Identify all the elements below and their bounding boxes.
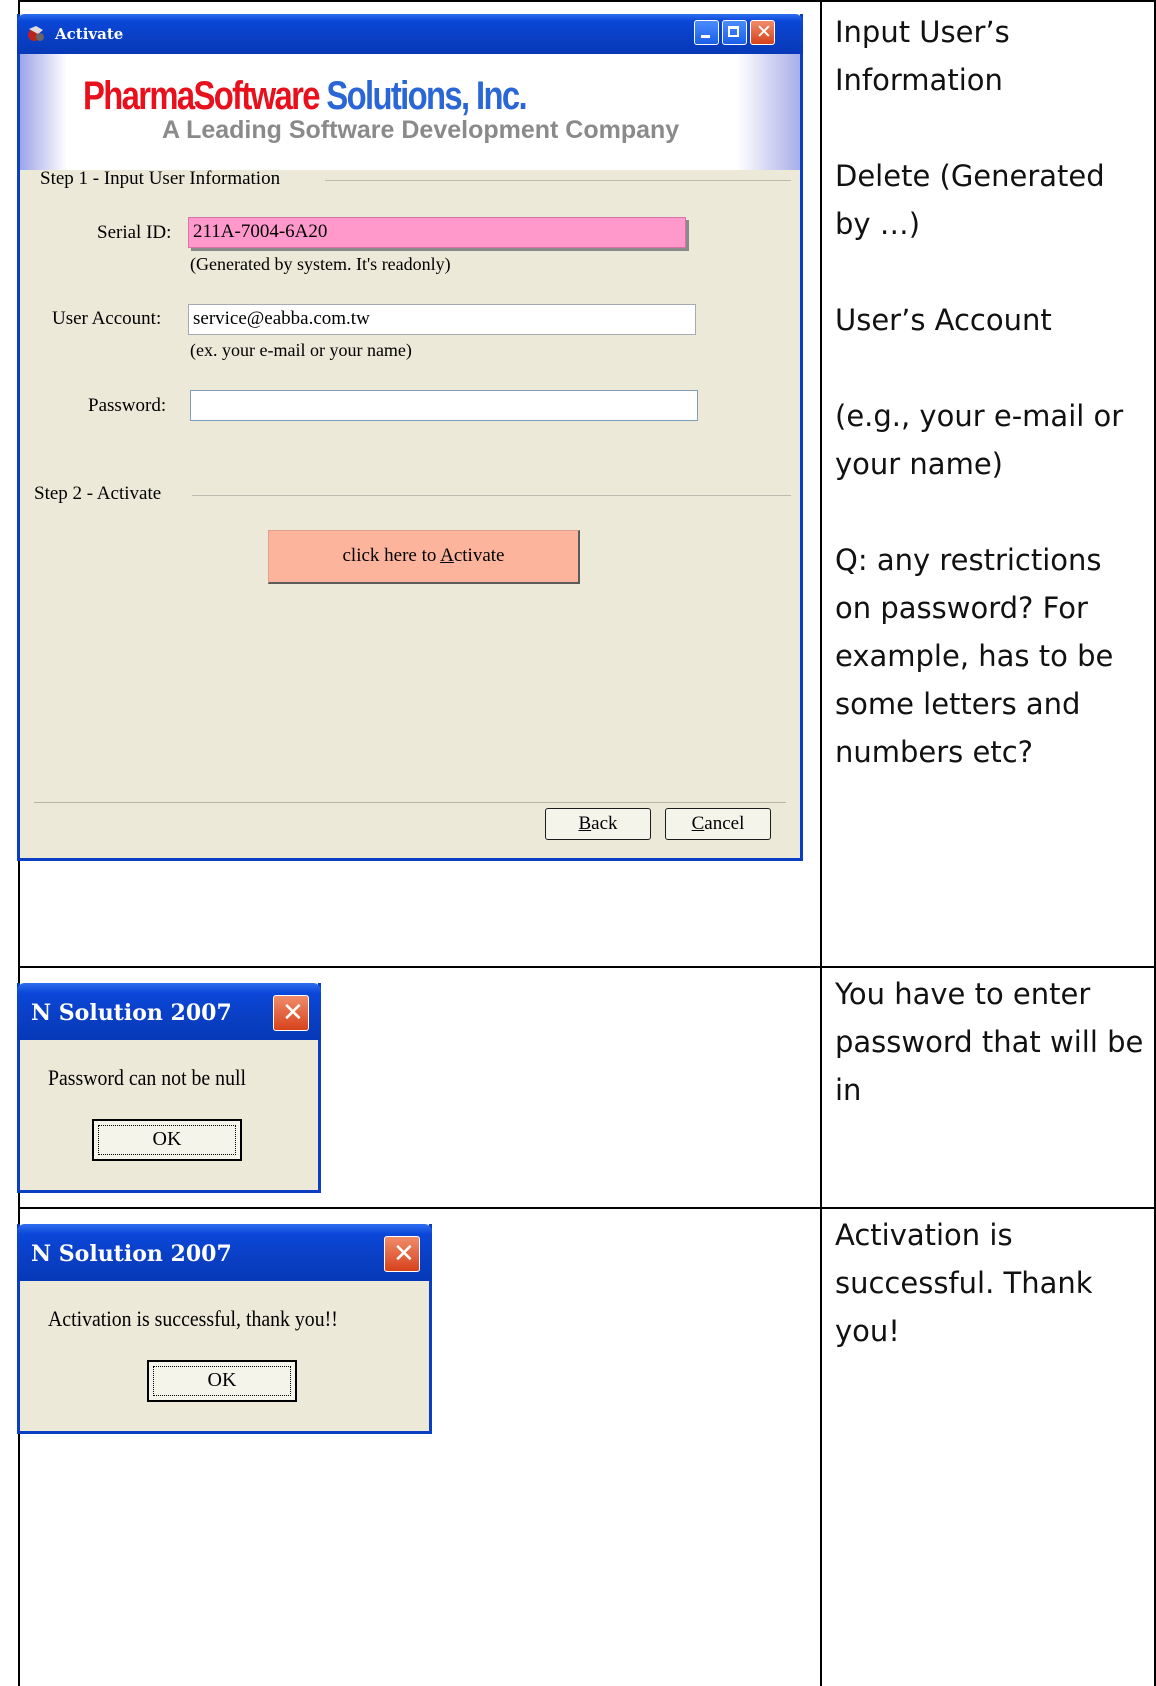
- activate-label-pre: click here to: [342, 545, 441, 566]
- note-users-account: User’s Account: [835, 303, 1052, 337]
- dialog-null-title: N Solution 2007: [31, 1000, 232, 1026]
- user-account-input[interactable]: service@eabba.com.tw: [188, 304, 696, 335]
- brand-logo: PharmaSoftware Solutions, Inc.: [83, 74, 528, 119]
- back-button[interactable]: Back: [545, 808, 651, 840]
- step1-divider: [325, 180, 791, 181]
- note-input-info: Input User’s Information: [835, 15, 1010, 97]
- note-email-example: (e.g., your e-mail or your name): [835, 399, 1124, 481]
- dialog-success-titlebar[interactable]: N Solution 2007 ✕: [17, 1224, 432, 1281]
- brand-tagline: A Leading Software Development Company: [162, 116, 680, 144]
- dialog-success-title: N Solution 2007: [31, 1241, 232, 1267]
- note-row1: Input User’s Information Delete (Generat…: [835, 8, 1145, 776]
- table-border-row2: [18, 1207, 1156, 1209]
- close-icon: ✕: [282, 998, 304, 1028]
- back-label: ack: [591, 813, 618, 834]
- step1-legend: Step 1 - Input User Information: [40, 168, 281, 189]
- activate-window: Activate ✕ PharmaSoftware Solutions, Inc…: [17, 14, 803, 861]
- banner: PharmaSoftware Solutions, Inc. A Leading…: [20, 54, 800, 170]
- password-label: Password:: [88, 395, 167, 416]
- maximize-icon: [728, 26, 739, 37]
- password-input[interactable]: [190, 390, 698, 421]
- dialog-null-close-button[interactable]: ✕: [273, 995, 309, 1031]
- activate-button[interactable]: click here to Activate: [268, 530, 580, 584]
- close-icon: ✕: [756, 21, 772, 43]
- step2-divider: [192, 495, 791, 496]
- note-password-question: Q: any restrictions on password? For exa…: [835, 543, 1114, 769]
- dialog-null-ok-button[interactable]: OK: [92, 1119, 242, 1161]
- note-row2: You have to enter password that will be …: [835, 970, 1145, 1114]
- serial-label: Serial ID:: [97, 222, 172, 243]
- brand-blue: Solutions, Inc.: [326, 74, 527, 118]
- close-button[interactable]: ✕: [750, 20, 775, 45]
- serial-id-field: 211A-7004-6A20: [188, 217, 686, 248]
- cancel-label: ancel: [704, 813, 745, 834]
- dialog-null-message: Password can not be null: [48, 1065, 246, 1090]
- minimize-button[interactable]: [694, 20, 719, 45]
- back-mnemonic: B: [578, 813, 592, 834]
- dialog-success-close-button[interactable]: ✕: [384, 1236, 420, 1272]
- activate-label-post: ctivate: [453, 545, 505, 566]
- note-row3: Activation is successful. Thank you!: [835, 1211, 1145, 1355]
- step2-legend: Step 2 - Activate: [34, 483, 162, 504]
- activate-mnemonic: A: [440, 545, 454, 566]
- dialog-success-ok-button[interactable]: OK: [147, 1360, 297, 1402]
- dialog-null-ok-label: OK: [98, 1125, 236, 1155]
- activate-title: Activate: [55, 25, 124, 43]
- dialog-null-titlebar[interactable]: N Solution 2007 ✕: [17, 983, 321, 1040]
- password-null-dialog: N Solution 2007 ✕ Password can not be nu…: [17, 983, 321, 1193]
- account-label: User Account:: [52, 308, 162, 329]
- close-icon: ✕: [393, 1239, 415, 1269]
- maximize-button[interactable]: [722, 20, 747, 45]
- table-border-top: [18, 0, 1156, 2]
- cancel-mnemonic: C: [691, 813, 705, 834]
- note-delete: Delete (Generated by …): [835, 159, 1105, 241]
- serial-hint: (Generated by system. It's readonly): [190, 254, 451, 274]
- table-border-middle: [820, 0, 822, 1686]
- brand-red: PharmaSoftware: [83, 74, 321, 118]
- minimize-icon: [701, 35, 710, 38]
- note-enter-password: You have to enter password that will be …: [835, 977, 1144, 1107]
- note-activation-success: Activation is successful. Thank you!: [835, 1218, 1093, 1348]
- app-icon: [26, 24, 46, 44]
- dialog-success-message: Activation is successful, thank you!!: [48, 1306, 338, 1331]
- account-hint: (ex. your e-mail or your name): [190, 340, 412, 360]
- activation-success-dialog: N Solution 2007 ✕ Activation is successf…: [17, 1224, 432, 1434]
- table-border-row1: [18, 966, 1156, 968]
- cancel-button[interactable]: Cancel: [665, 808, 771, 840]
- activate-titlebar[interactable]: Activate ✕: [17, 14, 803, 54]
- dialog-success-ok-label: OK: [153, 1366, 291, 1396]
